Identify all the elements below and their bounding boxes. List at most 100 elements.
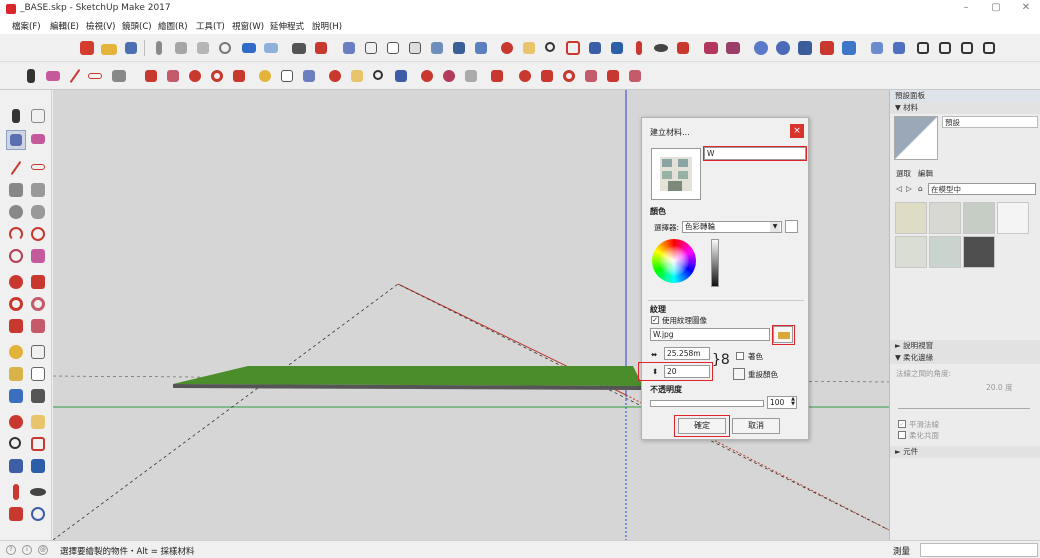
zoom-extents-icon[interactable]	[586, 39, 604, 57]
left-view-icon[interactable]	[980, 39, 998, 57]
eraser-icon[interactable]	[44, 67, 62, 85]
minimize-button[interactable]: –	[952, 2, 980, 16]
three-point-arc-icon[interactable]	[6, 246, 26, 266]
material-thumbnail[interactable]	[963, 202, 995, 234]
text-icon[interactable]	[278, 67, 296, 85]
pie-tool-icon[interactable]	[28, 224, 48, 244]
xray-style-icon[interactable]	[340, 39, 358, 57]
color-swatch[interactable]	[785, 220, 798, 233]
instructor-header[interactable]: ► 說明視窗	[890, 340, 1040, 352]
close-window-button[interactable]: ✕	[1012, 2, 1040, 16]
right-view-icon[interactable]	[936, 39, 954, 57]
circle-tool-icon[interactable]	[6, 202, 26, 222]
monochrome-style-icon[interactable]	[450, 39, 468, 57]
position-camera-icon[interactable]	[630, 39, 648, 57]
zoom-window-nav-icon[interactable]	[28, 434, 48, 454]
rotate-icon[interactable]	[208, 67, 226, 85]
menu-help[interactable]: 說明(H)	[312, 20, 342, 32]
soften-coplanar-checkbox[interactable]	[898, 431, 906, 439]
push-pull-alt-icon[interactable]	[538, 67, 556, 85]
material-thumbnail[interactable]	[929, 236, 961, 268]
previous-view-icon[interactable]	[608, 39, 626, 57]
rectangle-tool-icon[interactable]	[6, 180, 26, 200]
brightness-slider[interactable]	[711, 239, 719, 287]
zoom-nav-icon[interactable]	[6, 434, 26, 454]
follow-me-tool-icon[interactable]	[28, 272, 48, 292]
lock-aspect-link-icon[interactable]: }8	[712, 352, 730, 368]
select-tool-icon[interactable]	[6, 106, 26, 126]
spinner-arrows-icon[interactable]: ▲ ▼	[791, 397, 795, 407]
menu-edit[interactable]: 編輯(E)	[50, 20, 79, 32]
measurements-input[interactable]	[920, 543, 1038, 557]
warehouse-icon[interactable]	[752, 39, 770, 57]
walk-nav-icon[interactable]	[6, 504, 26, 524]
orbit-nav-icon[interactable]	[6, 412, 26, 432]
rotate-alt-icon[interactable]	[560, 67, 578, 85]
use-texture-checkbox[interactable]: ✓	[651, 316, 659, 324]
undo-icon[interactable]	[240, 39, 258, 57]
hidden-line-style-icon[interactable]	[384, 39, 402, 57]
dimension-tool-icon[interactable]	[28, 342, 48, 362]
pan-tool-icon[interactable]	[348, 67, 366, 85]
move-icon[interactable]	[186, 67, 204, 85]
info-icon[interactable]: i	[22, 545, 32, 555]
warehouse-tool-icon[interactable]	[418, 67, 436, 85]
menu-extensions[interactable]: 延伸程式	[270, 20, 304, 32]
smooth-normals-checkbox[interactable]: ✓	[898, 420, 906, 428]
freehand-tool-icon[interactable]	[28, 158, 48, 178]
section-plane-icon[interactable]	[702, 39, 720, 57]
cut-icon[interactable]	[150, 39, 168, 57]
text-tool-icon[interactable]	[28, 364, 48, 384]
look-around-nav-icon[interactable]	[28, 482, 48, 502]
model-info-icon[interactable]	[312, 39, 330, 57]
angle-slider[interactable]	[898, 408, 1030, 409]
orbit-icon[interactable]	[498, 39, 516, 57]
3d-text-tool-icon[interactable]	[28, 386, 48, 406]
material-thumbnail[interactable]	[895, 202, 927, 234]
display-section-planes-icon[interactable]	[724, 39, 742, 57]
cancel-button[interactable]: 取消	[732, 418, 780, 434]
print-icon[interactable]	[290, 39, 308, 57]
menu-camera[interactable]: 鏡頭(C)	[122, 20, 152, 32]
paint-bucket-tool-icon[interactable]	[6, 130, 26, 150]
user-icon[interactable]: @	[38, 545, 48, 555]
get-models-icon[interactable]	[796, 39, 814, 57]
menu-file[interactable]: 檔案(F)	[12, 20, 41, 32]
move-alt-icon[interactable]	[516, 67, 534, 85]
walk-icon[interactable]	[674, 39, 692, 57]
flip-tool-icon[interactable]	[28, 316, 48, 336]
material-thumbnail[interactable]	[963, 236, 995, 268]
rotated-rectangle-tool-icon[interactable]	[28, 180, 48, 200]
material-thumbnail[interactable]	[997, 202, 1029, 234]
soften-edges-header[interactable]: ▼ 柔化邊緣	[890, 352, 1040, 364]
top-view-icon[interactable]	[890, 39, 908, 57]
components-header[interactable]: ► 元件	[890, 446, 1040, 458]
pan-icon[interactable]	[520, 39, 538, 57]
collection-select[interactable]: 在模型中	[928, 183, 1036, 195]
iso-view-icon[interactable]	[868, 39, 886, 57]
wireframe-style-icon[interactable]	[362, 39, 380, 57]
zoom-tool-icon[interactable]	[370, 67, 388, 85]
menu-draw[interactable]: 繪圖(R)	[158, 20, 188, 32]
material-thumbnail[interactable]	[929, 202, 961, 234]
tape-measure-icon[interactable]	[256, 67, 274, 85]
offset-icon[interactable]	[582, 67, 600, 85]
position-camera-nav-icon[interactable]	[6, 482, 26, 502]
tape-measure-tool-icon[interactable]	[6, 342, 26, 362]
scale-alt-icon[interactable]	[604, 67, 622, 85]
follow-me-icon[interactable]	[164, 67, 182, 85]
previous-nav-icon[interactable]	[28, 456, 48, 476]
back-view-icon[interactable]	[958, 39, 976, 57]
home-icon[interactable]: ⌂	[918, 184, 923, 193]
menu-tools[interactable]: 工具(T)	[196, 20, 225, 32]
zoom-window-icon[interactable]	[564, 39, 582, 57]
menu-window[interactable]: 視窗(W)	[232, 20, 264, 32]
opacity-spinner[interactable]: 100 ▲ ▼	[767, 396, 797, 409]
reset-color-button[interactable]	[733, 368, 745, 380]
components-tool-icon[interactable]	[462, 67, 480, 85]
materials-header[interactable]: ▼ 材料	[890, 102, 1040, 114]
polygon-tool-icon[interactable]	[28, 202, 48, 222]
make-component-icon[interactable]	[28, 106, 48, 126]
zoom-icon[interactable]	[542, 39, 560, 57]
share-tool-icon[interactable]	[440, 67, 458, 85]
